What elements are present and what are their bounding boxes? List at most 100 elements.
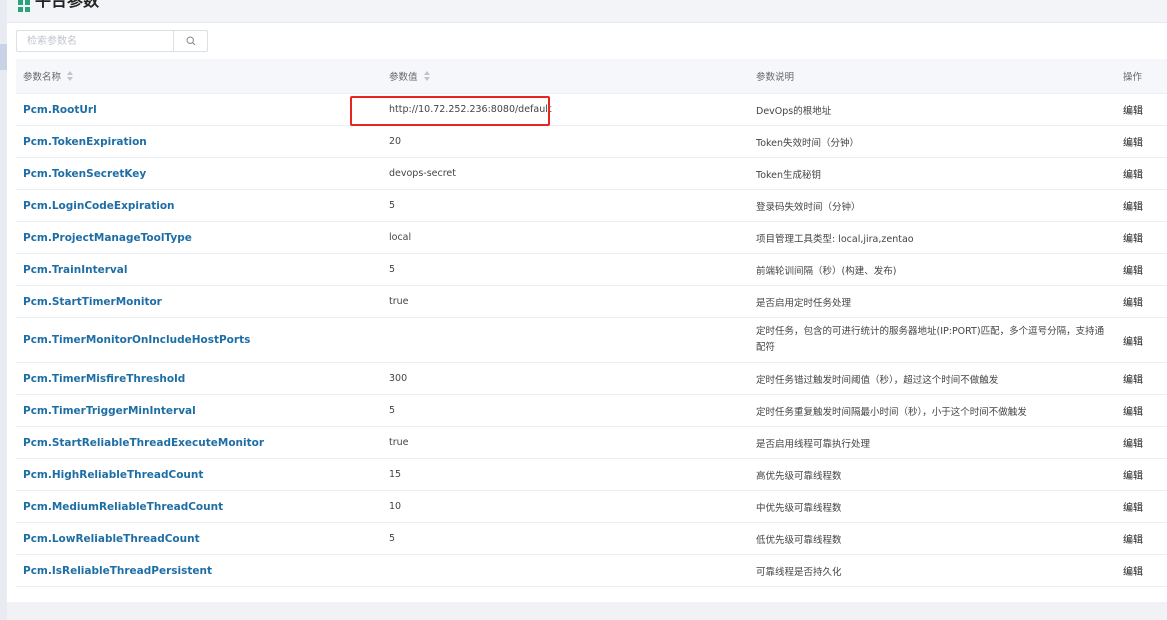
param-desc: 项目管理工具类型: local,jira,zentao — [756, 233, 914, 245]
sidebar-active-indicator — [0, 44, 7, 70]
param-desc: DevOps的根地址 — [756, 105, 832, 117]
param-value: 5 — [389, 264, 396, 275]
col-header-name[interactable]: 参数名称 — [23, 59, 383, 93]
edit-button-cell: 编辑 — [1123, 395, 1163, 426]
edit-button-cell: 编辑 — [1123, 555, 1163, 586]
param-value-cell: local — [389, 222, 744, 253]
edit-button[interactable]: 编辑 — [1123, 371, 1143, 386]
param-value-cell: 5 — [389, 523, 744, 554]
param-value: 5 — [389, 405, 396, 416]
table-row: Pcm.StartTimerMonitor true 是否启用定时任务处理 编辑 — [16, 286, 1167, 318]
param-name-cell: Pcm.StartTimerMonitor — [23, 286, 383, 317]
param-value-cell — [389, 318, 744, 362]
param-desc: 是否启用线程可靠执行处理 — [756, 438, 871, 450]
table-row: Pcm.LowReliableThreadCount 5 低优先级可靠线程数 编辑 — [16, 523, 1167, 555]
page-title: 平台参数 — [35, 0, 100, 10]
edit-button[interactable]: 编辑 — [1123, 230, 1143, 245]
edit-button[interactable]: 编辑 — [1123, 531, 1143, 546]
edit-button-cell: 编辑 — [1123, 190, 1163, 221]
param-value: true — [389, 437, 409, 448]
param-value: 5 — [389, 200, 396, 211]
param-value-cell: 5 — [389, 190, 744, 221]
col-header-desc: 参数说明 — [756, 72, 795, 83]
edit-button[interactable]: 编辑 — [1123, 467, 1143, 482]
col-header-value[interactable]: 参数值 — [389, 59, 744, 93]
param-value-cell: 15 — [389, 459, 744, 490]
param-desc: 是否启用定时任务处理 — [756, 297, 852, 309]
param-desc: 定时任务重复触发时间隔最小时间（秒），小于这个时间不做触发 — [756, 406, 1027, 418]
table-row: Pcm.TimerMisfireThreshold 300 定时任务错过触发时间阈值… — [16, 363, 1167, 395]
param-desc-cell: Token失效时间（分钟） — [756, 126, 1106, 157]
param-name-cell: Pcm.StartReliableThreadExecuteMonitor — [23, 427, 383, 458]
param-name-cell: Pcm.TimerMonitorOnIncludeHostPorts — [23, 318, 383, 362]
edit-button-cell: 编辑 — [1123, 286, 1163, 317]
edit-button[interactable]: 编辑 — [1123, 134, 1143, 149]
param-value: 20 — [389, 136, 402, 147]
search-box — [16, 30, 208, 52]
param-value-cell: true — [389, 427, 744, 458]
table-row: Pcm.MediumReliableThreadCount 10 中优先级可靠线程数… — [16, 491, 1167, 523]
param-name: Pcm.LowReliableThreadCount — [23, 532, 200, 545]
param-desc-cell: 低优先级可靠线程数 — [756, 523, 1106, 554]
param-desc-cell: 中优先级可靠线程数 — [756, 491, 1106, 522]
edit-button[interactable]: 编辑 — [1123, 403, 1143, 418]
param-name: Pcm.TimerTriggerMinInterval — [23, 404, 196, 417]
table-header: 参数名称 参数值 参数说明 操作 — [16, 59, 1167, 94]
search-icon — [186, 36, 196, 46]
edit-button[interactable]: 编辑 — [1123, 262, 1143, 277]
edit-button[interactable]: 编辑 — [1123, 435, 1143, 450]
param-desc-cell: 是否启用定时任务处理 — [756, 286, 1106, 317]
edit-button[interactable]: 编辑 — [1123, 333, 1143, 348]
grid-icon — [18, 0, 30, 12]
table-row: Pcm.TokenSecretKey devops-secret Token生成秘钥… — [16, 158, 1167, 190]
param-value: devops-secret — [389, 168, 457, 179]
param-name: Pcm.TokenExpiration — [23, 135, 147, 148]
param-desc: 可靠线程是否持久化 — [756, 566, 842, 578]
sort-icon[interactable] — [423, 71, 431, 81]
param-value-cell — [389, 555, 744, 586]
edit-button[interactable]: 编辑 — [1123, 294, 1143, 309]
param-name: Pcm.TrainInterval — [23, 263, 128, 276]
param-desc-cell: 可靠线程是否持久化 — [756, 555, 1106, 586]
edit-button-cell: 编辑 — [1123, 427, 1163, 458]
search-button[interactable] — [173, 31, 207, 51]
param-desc-cell: 定时任务重复触发时间隔最小时间（秒），小于这个时间不做触发 — [756, 395, 1106, 426]
col-header-action: 操作 — [1123, 72, 1143, 83]
param-desc-cell: Token生成秘钥 — [756, 158, 1106, 189]
table-row: Pcm.IsReliableThreadPersistent 可靠线程是否持久化 编… — [16, 555, 1167, 587]
edit-button-cell: 编辑 — [1123, 94, 1163, 125]
edit-button-cell: 编辑 — [1123, 254, 1163, 285]
search-input[interactable] — [17, 31, 177, 51]
param-name-cell: Pcm.TimerMisfireThreshold — [23, 363, 383, 394]
param-name-cell: Pcm.ProjectManageToolType — [23, 222, 383, 253]
edit-button[interactable]: 编辑 — [1123, 499, 1143, 514]
edit-button[interactable]: 编辑 — [1123, 102, 1143, 117]
param-desc-cell: 项目管理工具类型: local,jira,zentao — [756, 222, 1106, 253]
table-row: Pcm.TimerTriggerMinInterval 5 定时任务重复触发时间隔最… — [16, 395, 1167, 427]
table-body: Pcm.RootUrl http://10.72.252.236:8080/def… — [16, 94, 1167, 587]
edit-button[interactable]: 编辑 — [1123, 198, 1143, 213]
param-name: Pcm.StartTimerMonitor — [23, 295, 162, 308]
edit-button-cell: 编辑 — [1123, 318, 1163, 362]
param-desc-cell: 定时任务，包含的可进行统计的服务器地址(IP:PORT)匹配，多个逗号分隔，支持… — [756, 318, 1106, 362]
panel-header: 平台参数 — [7, 0, 1167, 23]
param-desc-cell: 前端轮训间隔（秒）(构建、发布) — [756, 254, 1106, 285]
param-name: Pcm.RootUrl — [23, 103, 97, 116]
param-desc: 前端轮训间隔（秒）(构建、发布) — [756, 265, 897, 277]
table-row: Pcm.StartReliableThreadExecuteMonitor tru… — [16, 427, 1167, 459]
table-row: Pcm.RootUrl http://10.72.252.236:8080/def… — [16, 94, 1167, 126]
left-sidebar-strip — [0, 0, 7, 620]
param-value: 15 — [389, 469, 402, 480]
platform-params-panel: 平台参数 参数名称 参数值 参数说明 操作 Pcm.RootUrlhttp://… — [7, 0, 1167, 602]
edit-button-cell: 编辑 — [1123, 459, 1163, 490]
param-desc-cell: 是否启用线程可靠执行处理 — [756, 427, 1106, 458]
param-name-cell: Pcm.IsReliableThreadPersistent — [23, 555, 383, 586]
edit-button[interactable]: 编辑 — [1123, 166, 1143, 181]
table-row: Pcm.TokenExpiration 20 Token失效时间（分钟） 编辑 — [16, 126, 1167, 158]
sort-icon[interactable] — [67, 71, 74, 81]
param-value-cell: 10 — [389, 491, 744, 522]
edit-button[interactable]: 编辑 — [1123, 563, 1143, 578]
param-name: Pcm.MediumReliableThreadCount — [23, 500, 224, 513]
table-row: Pcm.TimerMonitorOnIncludeHostPorts 定时任务，包… — [16, 318, 1167, 363]
param-desc-cell: 高优先级可靠线程数 — [756, 459, 1106, 490]
